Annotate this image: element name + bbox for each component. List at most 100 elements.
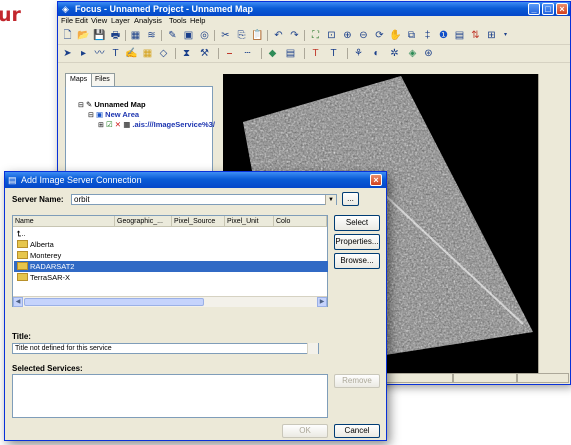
dialog-titlebar[interactable]: ▤ Add Image Server Connection ×	[5, 172, 386, 188]
sort-icon[interactable]: ⇅	[469, 30, 482, 41]
collapse-icon[interactable]: ⊟	[78, 102, 84, 109]
table-icon[interactable]: ▤	[453, 30, 466, 41]
list-item[interactable]: TerraSAR-X	[14, 272, 328, 283]
layers-icon[interactable]: ◎	[198, 30, 211, 41]
redo-icon[interactable]: ↷	[288, 30, 301, 41]
selected-services-list[interactable]	[12, 374, 328, 418]
remove-button[interactable]: Remove	[334, 374, 380, 388]
column-header-geographic[interactable]: Geographic_...	[115, 216, 172, 227]
tab-files[interactable]: Files	[90, 73, 115, 86]
plot-icon[interactable]: ≋	[145, 30, 158, 41]
font-icon[interactable]: T	[327, 48, 340, 59]
fill-style-icon[interactable]: ▤	[284, 48, 297, 59]
globe-icon[interactable]: ⊛	[422, 48, 435, 59]
menu-edit[interactable]: Edit	[75, 16, 88, 26]
polyline-icon[interactable]: 〰	[93, 48, 106, 59]
undo-icon[interactable]: ↶	[272, 30, 285, 41]
chevron-right-icon[interactable]: ▶	[317, 297, 327, 307]
checkbox-icon[interactable]: ☑	[106, 120, 113, 129]
menu-layer[interactable]: Layer	[111, 16, 130, 26]
zoom-box-icon[interactable]: ⊡	[325, 30, 338, 41]
cancel-button[interactable]: Cancel	[334, 424, 380, 438]
scroll-thumb[interactable]	[24, 298, 204, 306]
column-header-pixel-source[interactable]: Pixel_Source	[172, 216, 225, 227]
line-color-icon[interactable]: ⎯	[223, 48, 236, 59]
menu-tools[interactable]: Tools	[169, 16, 187, 26]
dialog-close-button[interactable]: ×	[370, 174, 382, 186]
list-horizontal-scrollbar[interactable]: ◀ ▶	[13, 296, 327, 307]
measure-icon[interactable]: ⧗	[180, 48, 193, 59]
properties-button[interactable]: Properties...	[334, 234, 380, 250]
print-icon[interactable]: 🖶	[109, 30, 122, 41]
symbol-icon[interactable]: ⚘	[352, 48, 365, 59]
fill-color-icon[interactable]: ◆	[266, 48, 279, 59]
edit-pencil-icon[interactable]: ✎	[166, 30, 179, 41]
new-icon[interactable]: 🗋	[61, 30, 74, 41]
title-field[interactable]: Title not defined for this service	[12, 343, 319, 354]
tree-layer-label: .ais:///ImageService%3/	[132, 120, 215, 129]
remove-x-icon[interactable]: ✕	[115, 120, 121, 129]
services-list[interactable]: Name Geographic_... Pixel_Source Pixel_U…	[12, 215, 328, 307]
chevron-left-icon[interactable]: ◀	[13, 297, 23, 307]
chevron-down-icon[interactable]: ▾	[499, 30, 512, 41]
text-color-icon[interactable]: T	[309, 48, 322, 59]
cut-icon[interactable]: ✂	[219, 30, 232, 41]
column-header-name[interactable]: Name	[13, 216, 115, 227]
list-item-selected[interactable]: RADARSAT2	[14, 261, 328, 272]
brush-icon[interactable]: ✍	[125, 48, 138, 59]
tree-layer[interactable]: ⊞ ☑ ✕ ▦ .ais:///ImageService%3/	[98, 120, 215, 131]
effects-icon[interactable]: ✲	[388, 48, 401, 59]
coordinates-icon[interactable]: ‡	[421, 30, 434, 41]
tab-maps[interactable]: Maps	[65, 73, 93, 87]
zoom-out-icon[interactable]: ⊖	[357, 30, 370, 41]
focus-app-icon: ◈	[62, 4, 69, 14]
title-field-value: Title not defined for this service	[15, 345, 112, 352]
server-icon: ▤	[8, 175, 17, 185]
minimize-button[interactable]: _	[528, 3, 540, 15]
menu-file[interactable]: File	[61, 16, 73, 26]
pointer-icon[interactable]: ▸	[77, 48, 90, 59]
paste-icon[interactable]: 📋	[251, 30, 264, 41]
browse-server-button[interactable]: ...	[342, 192, 359, 206]
list-item[interactable]: Alberta	[14, 239, 328, 250]
full-view-icon[interactable]: ⧉	[405, 30, 418, 41]
layer-props-icon[interactable]: ◈	[406, 48, 419, 59]
save-icon[interactable]: 💾	[93, 30, 106, 41]
maximize-button[interactable]: □	[542, 3, 554, 15]
chart-icon[interactable]: ⊞	[485, 30, 498, 41]
opacity-icon[interactable]: ◐	[370, 48, 383, 59]
close-button[interactable]: ×	[556, 3, 568, 15]
menu-view[interactable]: View	[91, 16, 107, 26]
shape-icon[interactable]: ◇	[157, 48, 170, 59]
open-icon[interactable]: 📂	[77, 30, 90, 41]
server-name-combo[interactable]: orbit ▼	[71, 194, 337, 205]
column-header-color[interactable]: Colo	[274, 216, 327, 227]
text-tool-icon[interactable]: T	[109, 48, 122, 59]
pan-hand-icon[interactable]: ✋	[389, 30, 402, 41]
map-vertical-scrollbar[interactable]	[538, 74, 548, 376]
column-header-pixel-unit[interactable]: Pixel_Unit	[225, 216, 274, 227]
chevron-down-icon[interactable]: ▼	[325, 195, 336, 205]
collapse-icon[interactable]: ⊟	[88, 112, 94, 119]
layout-icon[interactable]: ▦	[129, 30, 142, 41]
line-style-icon[interactable]: ┄	[241, 48, 254, 59]
menu-help[interactable]: Help	[190, 16, 205, 26]
title-field-scrollbar[interactable]	[307, 343, 318, 354]
menu-analysis[interactable]: Analysis	[134, 16, 162, 26]
expand-icon[interactable]: ⊞	[98, 122, 104, 129]
zoom-extent-icon[interactable]: ⛶	[309, 30, 322, 41]
zoom-in-icon[interactable]: ⊕	[341, 30, 354, 41]
refresh-icon[interactable]: ⟳	[373, 30, 386, 41]
ok-button[interactable]: OK	[282, 424, 328, 438]
tools-icon[interactable]: ⚒	[198, 48, 211, 59]
list-item[interactable]: Monterey	[14, 250, 328, 261]
browse-button[interactable]: Browse...	[334, 253, 380, 269]
main-titlebar[interactable]: ◈ Focus - Unnamed Project - Unnamed Map …	[58, 2, 570, 16]
list-item[interactable]: ⮤..	[14, 228, 328, 239]
select-button[interactable]: Select	[334, 215, 380, 231]
select-arrow-icon[interactable]: ➤	[61, 48, 74, 59]
info-icon[interactable]: ❶	[437, 30, 450, 41]
style-palette-icon[interactable]: ▦	[141, 48, 154, 59]
copy-icon[interactable]: ⎘	[235, 30, 248, 41]
window-icon[interactable]: ▣	[182, 30, 195, 41]
